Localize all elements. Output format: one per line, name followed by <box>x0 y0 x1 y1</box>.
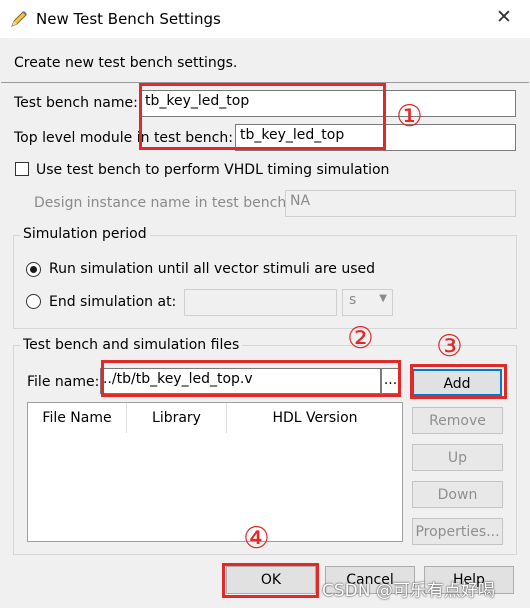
highlight-box-2 <box>101 360 401 397</box>
time-unit-select[interactable]: s ▼ <box>342 289 393 316</box>
dialog-description: Create new test bench settings. <box>14 55 238 71</box>
end-at-label: End simulation at: <box>49 294 177 310</box>
highlight-box-4 <box>222 563 319 598</box>
step-marker-3: ③ <box>436 329 463 364</box>
column-header-file-name[interactable]: File Name <box>28 403 127 433</box>
properties-button[interactable]: Properties... <box>412 518 503 545</box>
step-marker-4: ④ <box>243 521 270 556</box>
down-button[interactable]: Down <box>412 481 503 508</box>
column-header-library[interactable]: Library <box>127 403 227 433</box>
vhdl-timing-checkbox[interactable] <box>15 162 29 176</box>
file-table[interactable]: File Name Library HDL Version <box>27 402 403 542</box>
file-name-label: File name: <box>27 374 100 390</box>
time-unit-value: s <box>349 292 357 308</box>
tb-name-label: Test bench name: <box>14 95 138 111</box>
step-marker-2: ② <box>347 321 374 356</box>
close-icon[interactable]: ✕ <box>496 6 512 28</box>
run-all-label: Run simulation until all vector stimuli … <box>49 261 376 277</box>
design-instance-input[interactable]: NA <box>285 190 516 217</box>
end-at-radio[interactable] <box>26 294 41 309</box>
highlight-box-1 <box>139 83 386 150</box>
run-all-radio[interactable] <box>26 262 41 277</box>
vhdl-timing-label: Use test bench to perform VHDL timing si… <box>36 162 390 178</box>
step-marker-1: ① <box>396 99 423 134</box>
simulation-files-title: Test bench and simulation files <box>20 337 243 353</box>
simulation-period-title: Simulation period <box>20 226 150 242</box>
remove-button[interactable]: Remove <box>412 407 503 434</box>
column-header-hdl-version[interactable]: HDL Version <box>227 403 403 433</box>
watermark: CSDN @可乐有点好喝 <box>322 581 495 601</box>
radio-selected-dot <box>30 266 37 273</box>
end-at-input[interactable] <box>184 289 337 316</box>
window-title: New Test Bench Settings <box>36 10 221 28</box>
app-pencil-icon <box>9 9 29 29</box>
up-button[interactable]: Up <box>412 444 503 471</box>
design-instance-label: Design instance name in test bench: <box>34 195 291 211</box>
chevron-down-icon: ▼ <box>379 293 387 304</box>
highlight-box-3 <box>410 364 507 399</box>
